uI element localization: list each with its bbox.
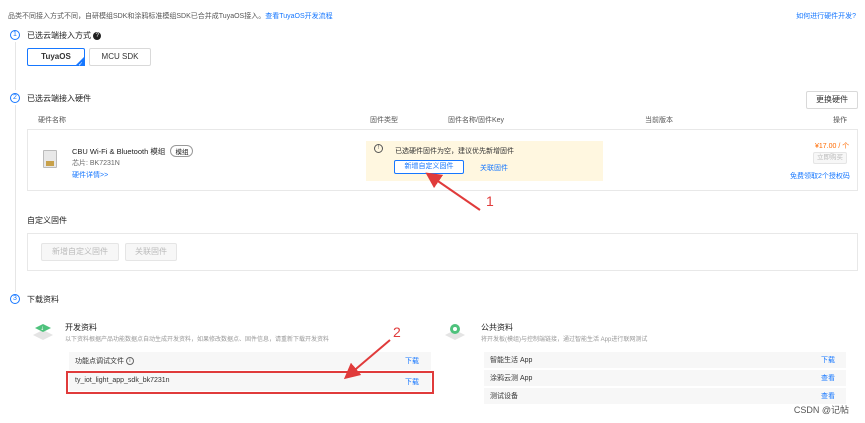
annotation-label-1: 1 [486, 193, 494, 209]
watermark: CSDN @记帖 [793, 405, 849, 415]
annotation-arrows [343, 172, 481, 380]
annotation-label-2: 2 [393, 324, 401, 340]
